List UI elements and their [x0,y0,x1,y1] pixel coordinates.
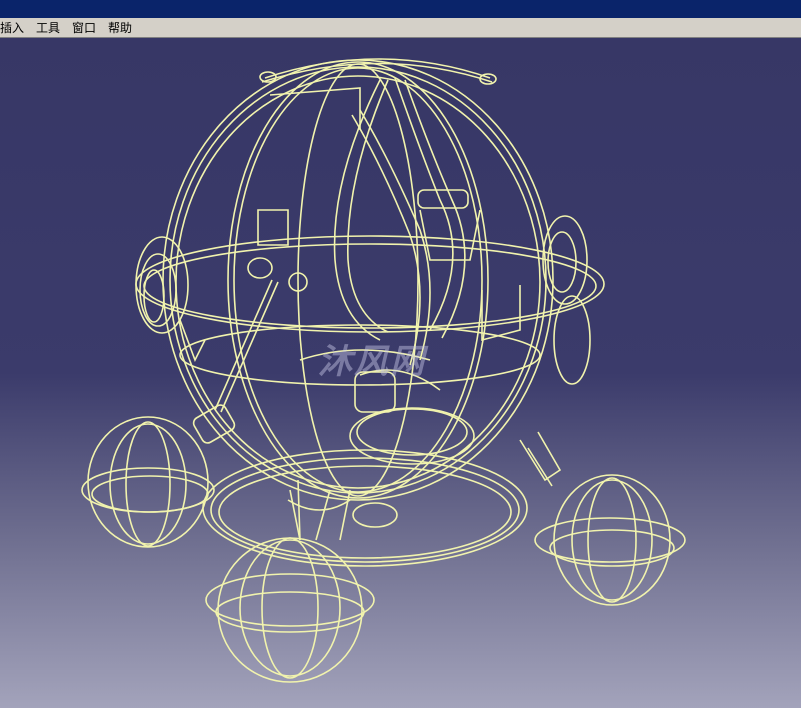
wheel-front-left [81,416,215,548]
menu-insert[interactable]: 插入 [0,19,30,37]
menu-bar: 插入 工具 窗口 帮助 [0,18,801,38]
title-bar [0,0,801,18]
menu-window[interactable]: 窗口 [66,19,102,37]
watermark: 沐风网 [318,342,426,382]
wheel-rear [205,479,375,683]
wheel-front-right [534,474,686,606]
menu-help[interactable]: 帮助 [102,19,138,37]
menu-tools[interactable]: 工具 [30,19,66,37]
3d-viewport[interactable]: 沐风网 [0,38,801,708]
